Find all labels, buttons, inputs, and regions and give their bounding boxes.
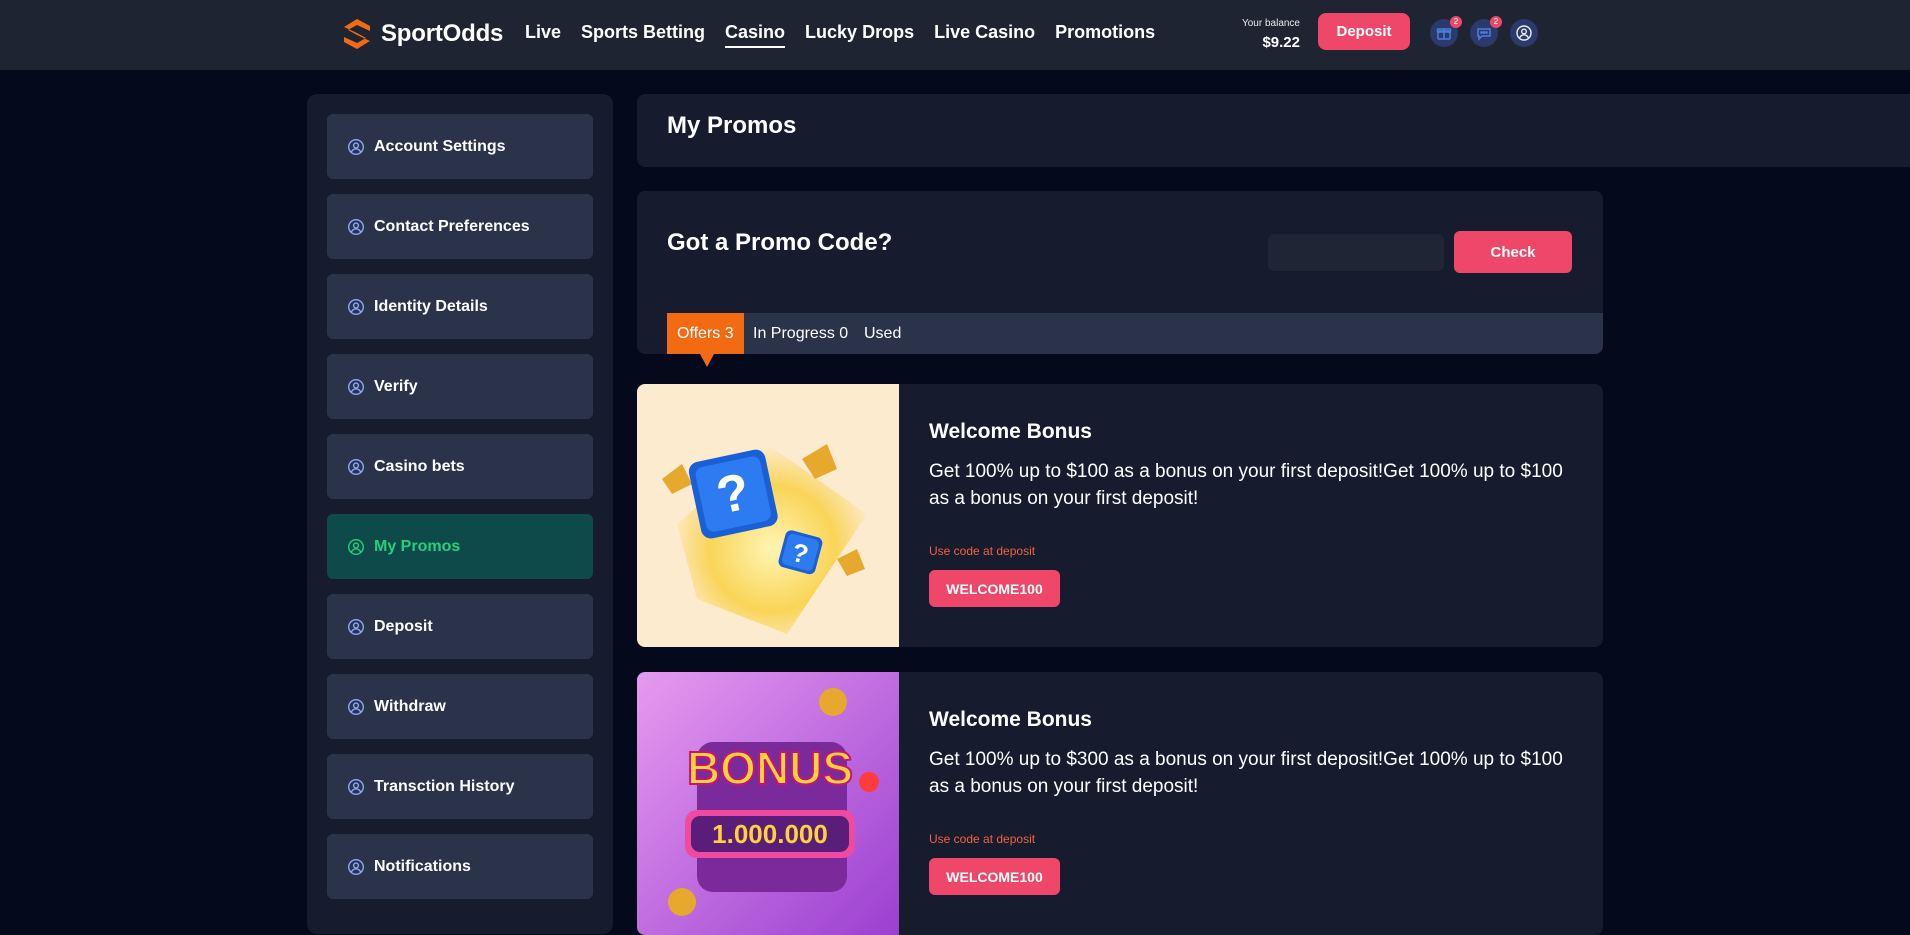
- sidebar-item-notifications[interactable]: Notifications: [327, 834, 593, 899]
- nav-item-sports-betting[interactable]: Sports Betting: [581, 22, 705, 48]
- page-header: My Promos: [637, 94, 1910, 167]
- sidebar-item-label: My Promos: [374, 537, 461, 555]
- offer-description: Get 100% up to $300 as a bonus on your f…: [929, 749, 1563, 797]
- offer-hint: Use code at deposit: [929, 544, 1036, 558]
- promo-code-button[interactable]: WELCOME100: [929, 570, 1060, 607]
- offer-description: Get 100% up to $100 as a bonus on your f…: [929, 461, 1563, 509]
- nav-item-casino[interactable]: Casino: [725, 22, 786, 48]
- sidebar-item-label: Deposit: [374, 617, 433, 635]
- promo-tabs: Offers 3 In Progress 0 Used: [667, 313, 1603, 367]
- check-button[interactable]: Check: [1454, 231, 1572, 273]
- sidebar-item-casino-bets[interactable]: Casino bets: [327, 434, 593, 499]
- balance-value: $9.22: [1262, 34, 1300, 51]
- sidebar-item-label: Contact Preferences: [374, 217, 530, 235]
- user-icon: [347, 858, 365, 875]
- chat-button[interactable]: 2: [1470, 16, 1502, 47]
- account-sidebar: Account Settings Contact Preferences Ide…: [307, 94, 613, 934]
- gift-badge: 2: [1450, 16, 1462, 28]
- top-navigation-bar: SportOdds Live Sports Betting Casino Luc…: [0, 0, 1910, 70]
- promo-code-title: Got a Promo Code?: [667, 229, 893, 256]
- user-icon: [347, 698, 365, 715]
- sidebar-item-my-promos[interactable]: My Promos: [327, 514, 593, 579]
- main-nav: Live Sports Betting Casino Lucky Drops L…: [525, 22, 1155, 48]
- offer-hint: Use code at deposit: [929, 832, 1036, 846]
- sidebar-item-label: Withdraw: [374, 697, 446, 715]
- tab-used[interactable]: Used: [864, 313, 901, 354]
- user-icon: [347, 138, 365, 155]
- gift-button[interactable]: 2: [1430, 16, 1462, 47]
- nav-item-live-casino[interactable]: Live Casino: [934, 22, 1035, 48]
- chat-badge: 2: [1490, 16, 1502, 28]
- chat-icon: [1477, 28, 1491, 41]
- offer-title: Welcome Bonus: [929, 420, 1092, 443]
- page-title: My Promos: [667, 112, 797, 139]
- active-tab-pointer: [700, 354, 714, 367]
- sidebar-item-label: Identity Details: [374, 297, 488, 315]
- logo-icon: [344, 19, 370, 49]
- sidebar-item-label: Casino bets: [374, 457, 465, 475]
- sidebar-item-withdraw[interactable]: Withdraw: [327, 674, 593, 739]
- header-deposit-button[interactable]: Deposit: [1318, 13, 1410, 50]
- user-icon: [347, 778, 365, 795]
- balance-display: Your balance $9.22: [1220, 18, 1300, 51]
- sidebar-item-contact-preferences[interactable]: Contact Preferences: [327, 194, 593, 259]
- sidebar-item-verify[interactable]: Verify: [327, 354, 593, 419]
- gift-icon: [1436, 28, 1452, 40]
- offer-card: ? ? Welcome Bonus Get 100% up to $100 as…: [637, 384, 1603, 647]
- promo-code-input[interactable]: [1268, 234, 1444, 271]
- tab-in-progress[interactable]: In Progress 0: [753, 313, 848, 354]
- bonus-image-text: BONUS: [687, 742, 853, 794]
- nav-item-live[interactable]: Live: [525, 22, 561, 48]
- brand-logo[interactable]: SportOdds: [341, 17, 503, 51]
- user-icon: [347, 538, 365, 555]
- sidebar-item-label: Notifications: [374, 857, 471, 875]
- balance-label: Your balance: [1241, 18, 1300, 29]
- brand-name: SportOdds: [381, 20, 504, 47]
- user-icon: [347, 618, 365, 635]
- offer-card: 1.000.000 BONUS Welcome Bonus Get 100% u…: [637, 672, 1603, 935]
- user-icon: [1516, 25, 1532, 41]
- promo-code-card: Got a Promo Code? Check Offers 3 In Prog…: [637, 191, 1603, 367]
- user-icon: [347, 458, 365, 475]
- sidebar-item-account-settings[interactable]: Account Settings: [327, 114, 593, 179]
- profile-button[interactable]: [1510, 19, 1538, 47]
- sidebar-item-deposit[interactable]: Deposit: [327, 594, 593, 659]
- bonus-image-amount: 1.000.000: [712, 819, 828, 849]
- offer-title: Welcome Bonus: [929, 708, 1092, 731]
- mystery-box-image: ? ?: [637, 384, 899, 647]
- promo-code-button[interactable]: WELCOME100: [929, 858, 1060, 895]
- sidebar-item-identity-details[interactable]: Identity Details: [327, 274, 593, 339]
- sidebar-item-label: Account Settings: [374, 137, 506, 155]
- tab-offers[interactable]: Offers 3: [667, 313, 744, 354]
- sidebar-item-label: Transction History: [374, 777, 515, 795]
- user-icon: [347, 378, 365, 395]
- bonus-slot-image: 1.000.000 BONUS: [637, 672, 899, 935]
- user-icon: [347, 218, 365, 235]
- sidebar-item-transaction-history[interactable]: Transction History: [327, 754, 593, 819]
- nav-item-promotions[interactable]: Promotions: [1055, 22, 1155, 48]
- nav-item-lucky-drops[interactable]: Lucky Drops: [805, 22, 914, 48]
- sidebar-item-label: Verify: [374, 377, 418, 395]
- user-icon: [347, 298, 365, 315]
